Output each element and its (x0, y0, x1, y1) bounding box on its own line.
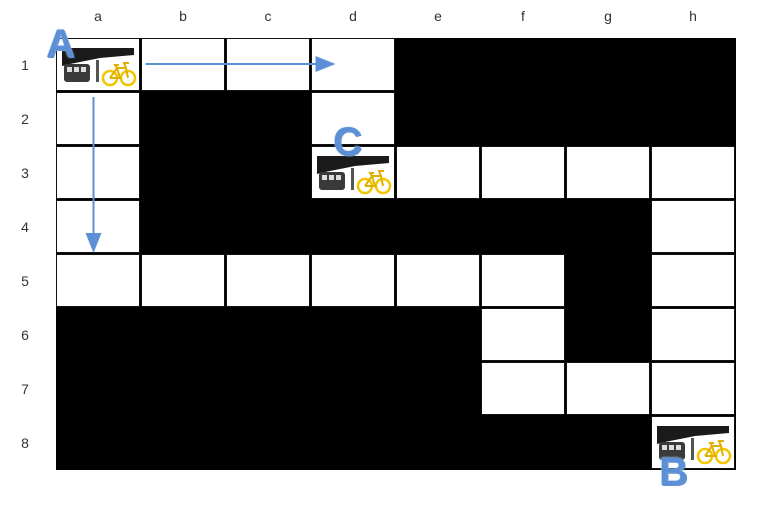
marker-label-b: B (659, 450, 688, 494)
arrow-overlay (62, 48, 732, 465)
marker-label-c: C (333, 120, 362, 164)
marker-label-a: A (46, 22, 75, 66)
